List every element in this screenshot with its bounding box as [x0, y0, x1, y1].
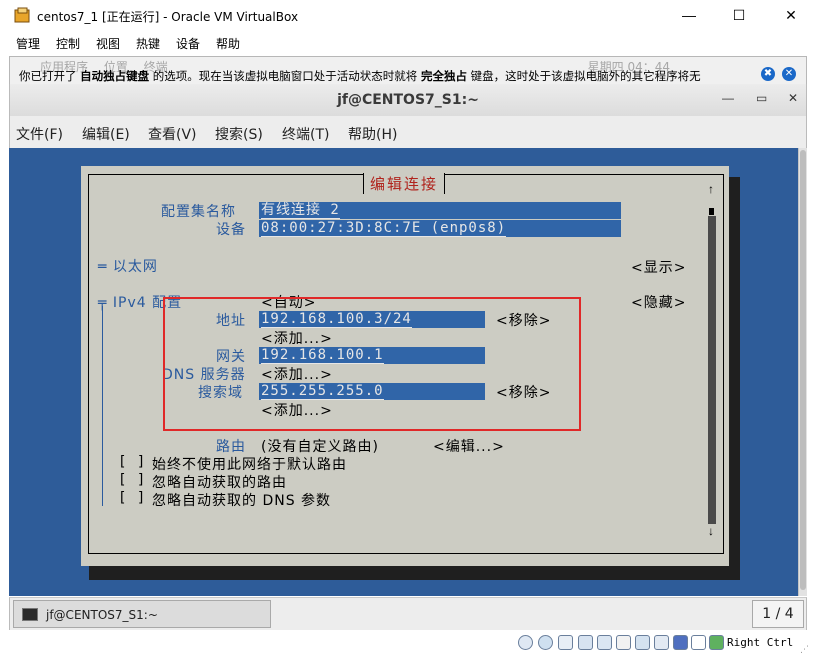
window-title: centos7_1 [正在运行] - Oracle VM VirtualBox: [37, 10, 299, 24]
ipv4-hide-button[interactable]: <隐藏>: [631, 292, 686, 312]
vbox-titlebar: centos7_1 [正在运行] - Oracle VM VirtualBox …: [0, 0, 816, 30]
minimize-button[interactable]: —: [666, 0, 712, 30]
menu-hotkeys[interactable]: 热键: [136, 35, 160, 52]
menu-help[interactable]: 帮助: [216, 35, 240, 52]
audio-icon[interactable]: [558, 635, 573, 650]
checkbox-ignore-routes[interactable]: [ ]: [118, 472, 146, 488]
terminal-titlebar: jf@CENTOS7_S1:~ — ▭ ✕: [9, 84, 807, 116]
notification-info-icon[interactable]: ✖: [761, 67, 775, 81]
keyboard-capture-icon[interactable]: [709, 635, 724, 650]
maximize-button[interactable]: ☐: [716, 0, 762, 30]
terminal-scrollbar[interactable]: [798, 148, 807, 596]
routing-edit-button[interactable]: <编辑...>: [433, 436, 505, 456]
vbox-menubar: 管理 控制 视图 热键 设备 帮助: [0, 30, 816, 54]
shared-folder-icon[interactable]: [616, 635, 631, 650]
guest-taskbar: jf@CENTOS7_S1:~ 1 / 4: [9, 597, 807, 630]
resize-grip-icon[interactable]: ⋰: [800, 644, 809, 655]
workspace-pager[interactable]: 1 / 4: [752, 600, 804, 628]
dialog-scroll-down-icon[interactable]: ↓: [708, 524, 714, 538]
video-capture-icon[interactable]: [654, 635, 669, 650]
taskbar-terminal-label: jf@CENTOS7_S1:~: [46, 608, 158, 622]
dialog-scroll-position: [709, 208, 714, 215]
profile-name-label: 配置集名称: [161, 204, 236, 220]
terminal-menu-help[interactable]: 帮助(H): [348, 124, 397, 144]
menu-view[interactable]: 视图: [96, 35, 120, 52]
hard-disk-icon[interactable]: [518, 635, 533, 650]
ipv4-tree-line: [102, 306, 103, 506]
terminal-close-button[interactable]: ✕: [788, 91, 798, 105]
dialog-title: 编辑连接: [363, 173, 446, 194]
dialog-scroll-up-icon[interactable]: ↑: [708, 182, 714, 196]
optical-drive-icon[interactable]: [538, 635, 553, 650]
terminal-menu-view[interactable]: 查看(V): [148, 124, 197, 144]
menu-manage[interactable]: 管理: [16, 35, 40, 52]
terminal-icon: [22, 608, 38, 621]
checkbox-ignore-routes-label: 忽略自动获取的路由: [152, 475, 287, 491]
device-label: 设备: [216, 222, 246, 238]
network-icon[interactable]: [578, 635, 593, 650]
virtualization-icon[interactable]: [673, 635, 688, 650]
close-button[interactable]: ✕: [768, 0, 814, 30]
terminal-menu-edit[interactable]: 编辑(E): [82, 124, 130, 144]
menu-devices[interactable]: 设备: [176, 35, 200, 52]
taskbar-terminal-button[interactable]: jf@CENTOS7_S1:~: [13, 600, 271, 628]
routing-label: 路由: [216, 439, 246, 455]
highlight-annotation-box: [163, 297, 581, 431]
terminal-maximize-button[interactable]: ▭: [756, 91, 767, 105]
menu-control[interactable]: 控制: [56, 35, 80, 52]
host-key-label: Right Ctrl: [727, 636, 794, 649]
terminal-title: jf@CENTOS7_S1:~: [337, 92, 479, 108]
display-icon[interactable]: [635, 635, 650, 650]
ethernet-show-button[interactable]: <显示>: [631, 257, 686, 277]
terminal-menu-file[interactable]: 文件(F): [16, 124, 63, 144]
routing-value: (没有自定义路由): [261, 439, 379, 455]
vbox-statusbar: Right Ctrl ⋰: [0, 630, 816, 662]
checkbox-never-default[interactable]: [ ]: [118, 454, 146, 470]
mouse-integration-icon[interactable]: [691, 635, 706, 650]
device-input[interactable]: 08:00:27:3D:8C:7E (enp0s8): [259, 220, 621, 237]
virtualbox-app-icon: [14, 7, 30, 23]
checkbox-ignore-dns-label: 忽略自动获取的 DNS 参数: [152, 493, 332, 509]
terminal-menu-search[interactable]: 搜索(S): [215, 124, 263, 144]
terminal-scrollbar-thumb[interactable]: [800, 150, 806, 590]
checkbox-never-default-label: 始终不使用此网络于默认路由: [152, 457, 347, 473]
terminal-minimize-button[interactable]: —: [722, 91, 734, 105]
notification-close-icon[interactable]: ✕: [782, 67, 796, 81]
terminal-menu-terminal[interactable]: 终端(T): [282, 124, 329, 144]
notification-message: 你已打开了 自动独占键盘 的选项。现在当该虚拟电脑窗口处于活动状态时就将 完全独…: [19, 69, 701, 83]
ethernet-section-label: ═ 以太网: [98, 259, 158, 275]
terminal-menubar: 文件(F) 编辑(E) 查看(V) 搜索(S) 终端(T) 帮助(H): [9, 116, 807, 148]
profile-name-input[interactable]: 有线连接 2: [259, 202, 621, 219]
dialog-scrollbar[interactable]: [708, 216, 716, 524]
usb-icon[interactable]: [597, 635, 612, 650]
checkbox-ignore-dns[interactable]: [ ]: [118, 490, 146, 506]
